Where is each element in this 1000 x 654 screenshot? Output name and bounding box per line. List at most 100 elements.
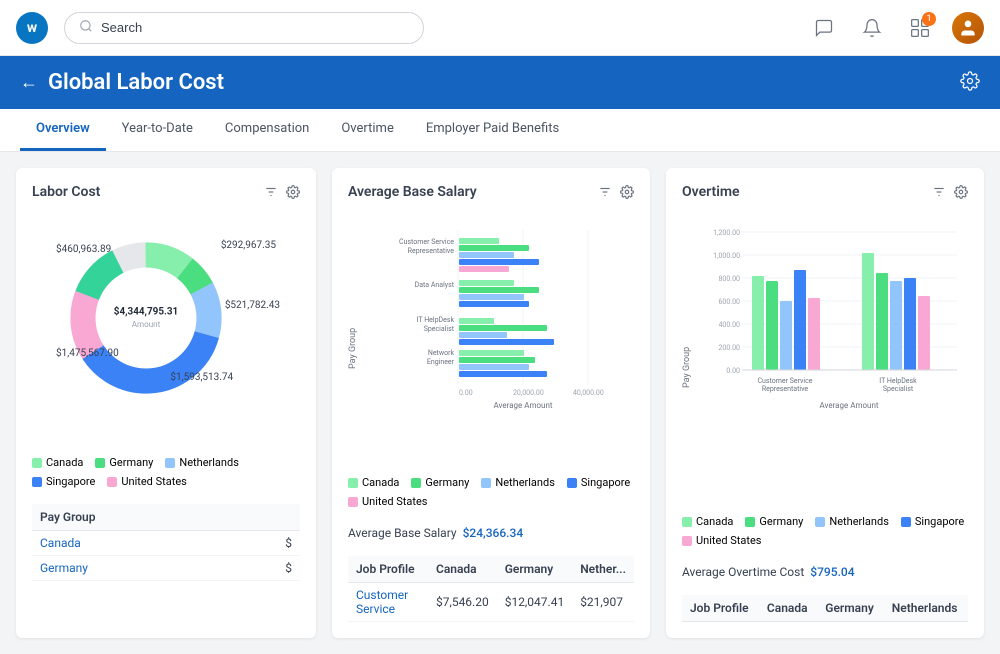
avg-base-salary-value: $24,366.34: [463, 526, 524, 540]
legend-us: United States: [107, 475, 186, 488]
overtime-header: Overtime: [682, 184, 968, 200]
svg-text:Average Amount: Average Amount: [820, 401, 879, 410]
donut-chart: $460,963.89 $292,967.35 $521,782.43 $1,4…: [32, 220, 300, 436]
back-button[interactable]: ←: [20, 72, 38, 93]
legend-netherlands-right: Netherlands: [815, 515, 889, 528]
table-cell-cs-germany: $12,047.41: [497, 583, 572, 622]
svg-text:Representative: Representative: [762, 385, 809, 393]
avg-salary-header: Average Base Salary: [348, 184, 634, 200]
svg-text:Customer Service: Customer Service: [399, 238, 454, 246]
overtime-title: Overtime: [682, 184, 740, 200]
svg-text:800.00: 800.00: [718, 275, 740, 283]
table-row: Customer Service $7,546.20 $12,047.41 $2…: [348, 583, 634, 622]
hbar-chart-svg: Customer Service Representative Data Ana…: [362, 220, 634, 420]
top-navigation: w 1: [0, 0, 1000, 56]
avg-base-salary-summary: Average Base Salary $24,366.34: [348, 526, 634, 540]
overtime-table-header-canada: Canada: [759, 595, 817, 622]
settings-icon[interactable]: [960, 71, 980, 95]
tab-compensation[interactable]: Compensation: [209, 109, 325, 151]
svg-text:0.00: 0.00: [459, 389, 473, 397]
labor-cost-header: Labor Cost: [32, 184, 300, 200]
nav-icons: 1: [808, 12, 984, 44]
legend-netherlands-mid: Netherlands: [481, 476, 555, 489]
tab-bar: Overview Year-to-Date Compensation Overt…: [0, 109, 1000, 152]
svg-text:Network: Network: [428, 349, 455, 357]
settings-icon-mid[interactable]: [620, 185, 634, 199]
y-axis-label: Pay Group: [348, 220, 358, 456]
filter-icon-right[interactable]: [932, 185, 946, 199]
notification-icon-button[interactable]: [856, 12, 888, 44]
legend-singapore-right: Singapore: [901, 515, 964, 528]
svg-text:Customer Service: Customer Service: [758, 377, 813, 385]
table-cell-cs-canada: $7,546.20: [428, 583, 497, 622]
avg-base-salary-label: Average Base Salary: [348, 526, 457, 540]
apps-icon-button[interactable]: 1: [904, 12, 936, 44]
svg-text:20,000.00: 20,000.00: [513, 389, 544, 397]
main-content: Labor Cost $460,963.89 $292,967.35 $521,…: [0, 152, 1000, 654]
legend-canada-mid: Canada: [348, 476, 399, 489]
tab-employer-paid-benefits[interactable]: Employer Paid Benefits: [410, 109, 575, 151]
svg-text:400.00: 400.00: [718, 321, 740, 329]
table-cell-canada[interactable]: Canada: [32, 531, 235, 556]
labor-cost-title: Labor Cost: [32, 184, 100, 200]
labor-cost-actions[interactable]: [264, 185, 300, 199]
workday-logo[interactable]: w: [16, 12, 48, 44]
table-cell-germany[interactable]: Germany: [32, 556, 235, 581]
overtime-legend: Canada Germany Netherlands Singapore Uni…: [682, 515, 968, 547]
avg-salary-legend: Canada Germany Netherlands Singapore Uni…: [348, 476, 634, 508]
filter-icon[interactable]: [264, 185, 278, 199]
avg-salary-actions[interactable]: [598, 185, 634, 199]
svg-text:40,000.00: 40,000.00: [573, 389, 604, 397]
donut-label-5: $1,593,513.74: [170, 372, 233, 383]
overtime-table-header-germany: Germany: [817, 595, 884, 622]
page-title: Global Labor Cost: [48, 70, 224, 95]
avg-overtime-label: Average Overtime Cost: [682, 565, 804, 579]
donut-label-2: $292,967.35: [221, 240, 276, 251]
donut-label-4: $1,475,567.90: [56, 348, 119, 359]
overtime-table-header-jobprofile: Job Profile: [682, 595, 759, 622]
avg-salary-title: Average Base Salary: [348, 184, 477, 200]
search-input[interactable]: [101, 20, 409, 35]
legend-us-right: United States: [682, 534, 761, 547]
avg-base-salary-card: Average Base Salary Pay Group: [332, 168, 650, 638]
svg-text:Specialist: Specialist: [424, 325, 455, 333]
overtime-table-header-netherlands: Netherlands: [884, 595, 968, 622]
table-cell-canada-value: $: [235, 531, 300, 556]
labor-cost-card: Labor Cost $460,963.89 $292,967.35 $521,…: [16, 168, 316, 638]
settings-gear-icon[interactable]: [286, 185, 300, 199]
svg-text:IT HelpDesk: IT HelpDesk: [417, 316, 455, 324]
overtime-table: Job Profile Canada Germany Netherlands: [682, 595, 968, 622]
tab-overview[interactable]: Overview: [20, 109, 106, 151]
svg-text:200.00: 200.00: [718, 344, 740, 352]
table-header-germany: Germany: [497, 556, 572, 583]
donut-label-3: $521,782.43: [225, 300, 280, 311]
tab-year-to-date[interactable]: Year-to-Date: [106, 109, 209, 151]
legend-canada: Canada: [32, 456, 83, 469]
table-cell-cs-netherlands: $21,907: [572, 583, 634, 622]
svg-text:Representative: Representative: [408, 247, 455, 255]
svg-text:1,000.00: 1,000.00: [713, 252, 740, 260]
labor-cost-legend: Canada Germany Netherlands Singapore Uni…: [32, 456, 300, 488]
user-avatar[interactable]: [952, 12, 984, 44]
svg-text:1,200.00: 1,200.00: [713, 229, 740, 237]
overtime-y-axis-label: Pay Group: [682, 220, 692, 495]
tab-overtime[interactable]: Overtime: [325, 109, 409, 151]
table-row: Germany $: [32, 556, 300, 581]
filter-icon-mid[interactable]: [598, 185, 612, 199]
settings-icon-right[interactable]: [954, 185, 968, 199]
svg-text:0.00: 0.00: [726, 367, 740, 375]
legend-germany: Germany: [95, 456, 153, 469]
vbar-chart-svg: 1,200.00 1,000.00 800.00 600.00 400.00 2…: [696, 220, 968, 420]
svg-text:Engineer: Engineer: [427, 358, 455, 366]
chat-icon-button[interactable]: [808, 12, 840, 44]
legend-germany-mid: Germany: [411, 476, 469, 489]
badge-count: 1: [922, 12, 936, 26]
table-cell-customer-service[interactable]: Customer Service: [348, 583, 428, 622]
legend-us-mid: United States: [348, 495, 427, 508]
overtime-actions[interactable]: [932, 185, 968, 199]
search-bar[interactable]: [64, 12, 424, 44]
svg-text:IT HelpDesk: IT HelpDesk: [879, 377, 917, 385]
svg-text:600.00: 600.00: [718, 298, 740, 306]
labor-cost-table: Pay Group Canada $ Germany $: [32, 504, 300, 581]
svg-text:Amount: Amount: [132, 319, 161, 329]
